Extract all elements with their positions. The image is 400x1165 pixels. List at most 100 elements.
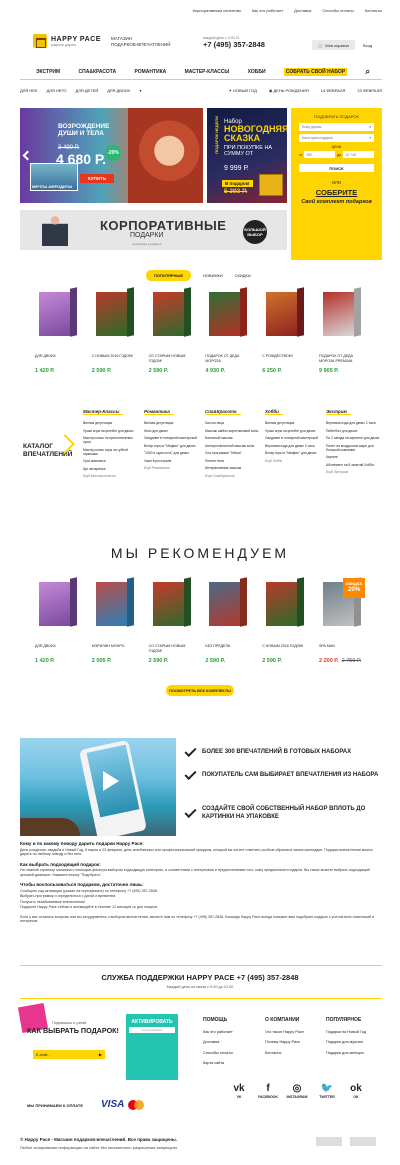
catalog-item[interactable]: Абонемент на 8 занятий Хобби: [326, 463, 382, 467]
catalog-item[interactable]: Уроки игры на флейте для двоих: [83, 429, 139, 433]
hero-buy-button[interactable]: КУПИТЬ: [80, 174, 114, 183]
sub-nav-for-two[interactable]: ДЛЯ ДВОИХ: [107, 88, 130, 93]
login-link[interactable]: Вход: [363, 43, 372, 48]
catalog-item[interactable]: Мастер-класс по приготовлению суши: [83, 436, 139, 444]
slider-prev-icon[interactable]: [22, 150, 33, 161]
sub-nav-for-him[interactable]: ДЛЯ НЕГО: [47, 88, 67, 93]
logo[interactable]: HAPPY PACE радость дарить: [33, 34, 101, 48]
footer-link[interactable]: Карта сайта: [203, 1061, 233, 1066]
footer-link[interactable]: Что такое Happy Pace: [265, 1030, 304, 1035]
tab-sale[interactable]: СКИДКИ: [235, 273, 251, 278]
catalog-item[interactable]: Массаж шейно-воротниковой зоны: [205, 429, 261, 433]
catalog-item[interactable]: Спа-программа "Гейша": [205, 451, 261, 455]
top-link-how-it-works[interactable]: Как это работает: [252, 8, 283, 13]
show-all-button[interactable]: ПОСМОТРЕТЬ ВСЕ КОМПЛЕКТЫ: [166, 685, 234, 696]
catalog-item[interactable]: "1000 и одна ночь" для двоих: [144, 451, 200, 455]
catalog-column-title[interactable]: Романтика: [144, 409, 174, 415]
footer-link[interactable]: Подарки на Новый Год: [326, 1030, 366, 1035]
sub-nav-feb23[interactable]: 23 ФЕВРАЛЯ: [357, 88, 382, 93]
product-card[interactable]: С РОЖДЕСТВОМ! 6 250 Р.: [262, 287, 308, 374]
catalog-item[interactable]: Полет на воздушном шаре для большой комп…: [326, 444, 382, 452]
price-from-input[interactable]: 990: [304, 151, 336, 158]
product-card[interactable]: ДЛЯ ДВОИХ 1 420 Р.: [35, 577, 81, 664]
promo-video[interactable]: [20, 738, 176, 836]
catalog-item[interactable]: Уроки игры на флейте для двоих: [265, 429, 321, 433]
catalog-item[interactable]: Кино для двоих: [144, 429, 200, 433]
tab-popular[interactable]: ПОПУЛЯРНЫЕ: [146, 270, 192, 281]
catalog-item[interactable]: Свидание в гончарной мастерской: [144, 436, 200, 440]
main-nav-romance[interactable]: РОМАНТИКА: [134, 69, 166, 75]
footer-link[interactable]: Подарки для мужчин: [326, 1040, 366, 1045]
chevron-down-icon[interactable]: ▾: [139, 88, 141, 93]
catalog-more-link[interactable]: Ещё Хобби: [265, 459, 321, 463]
social-vk[interactable]: vk VK: [225, 1082, 253, 1099]
product-card[interactable]: С НОВЫМ 2016 ГОДОМ! 2 590 Р.: [92, 287, 138, 374]
product-card[interactable]: МЭРИЛИН МОНРО 2 005 Р.: [92, 577, 138, 664]
footer-link[interactable]: Как это работает: [203, 1030, 233, 1035]
cart-button[interactable]: 🛒 Моя корзина: [312, 40, 355, 50]
phone-number[interactable]: +7 (495) 357-2848: [203, 40, 265, 49]
tab-new[interactable]: НОВИНКИ: [203, 273, 223, 278]
footer-link[interactable]: Контакты: [265, 1051, 304, 1056]
main-nav-hobby[interactable]: ХОББИ: [248, 69, 266, 75]
category-select[interactable]: Категория подарка ▾: [299, 134, 374, 142]
footer-link[interactable]: Способы оплаты: [203, 1051, 233, 1056]
top-link-corporate[interactable]: Корпоративным клиентам: [193, 8, 241, 13]
hero-banner[interactable]: ВОЗРОЖДЕНИЕ ДУШИ И ТЕЛА 3 490 Р. 4 680 Р…: [20, 108, 203, 203]
catalog-item[interactable]: Вечер игры в "Мафию" для двоих: [265, 451, 321, 455]
product-card[interactable]: ПОДАРОК ОТ ДЕДА МОРОЗА 4 930 Р.: [205, 287, 251, 374]
sub-nav-for-kids[interactable]: ДЛЯ ДЕТЕЙ: [76, 88, 99, 93]
corporate-banner[interactable]: КОРПОРАТИВНЫЕ ПОДАРКИ подробнее в раздел…: [20, 210, 287, 250]
catalog-item[interactable]: Урок живописи: [83, 459, 139, 463]
catalog-item[interactable]: Винная дегустация: [265, 421, 321, 425]
catalog-item[interactable]: По 2 заезда на картинге для двоих: [326, 436, 382, 440]
catalog-column-title[interactable]: Спа&Красота: [205, 409, 241, 415]
footer-link[interactable]: Почему Happy Pace: [265, 1040, 304, 1045]
catalog-more-link[interactable]: Ещё Романтика: [144, 466, 200, 470]
catalog-item[interactable]: Верховая езда для двоих 2 часа: [265, 444, 321, 448]
catalog-item[interactable]: Мастер-класс игры на губной гармошке: [83, 448, 139, 456]
catalog-more-link[interactable]: Ещё Спа&Красота: [205, 474, 261, 478]
social-facebook[interactable]: f FACEBOOK: [254, 1082, 282, 1099]
price-to-input[interactable]: 10 745: [343, 151, 375, 158]
catalog-more-link[interactable]: Ещё Мастер-Классы: [83, 474, 139, 478]
top-link-contacts[interactable]: Контакты: [365, 8, 382, 13]
product-card[interactable]: С НОВЫМ 2016 ГОДОМ! 2 590 Р.: [262, 577, 308, 664]
main-nav-extreme[interactable]: ЭКСТРИМ: [36, 69, 60, 75]
social-odnoklassniki[interactable]: ok OK: [342, 1082, 370, 1099]
footer-link[interactable]: Подарки для женщин: [326, 1051, 366, 1056]
product-card[interactable]: ДЛЯ ДВОИХ 1 420 Р.: [35, 287, 81, 374]
catalog-item[interactable]: Пейнтбол для двоих: [326, 429, 382, 433]
catalog-item[interactable]: Картинг: [326, 455, 382, 459]
catalog-item[interactable]: Верховая езда для двоих 2 часа: [326, 421, 382, 425]
sub-nav-for-her[interactable]: ДЛЯ НЕЕ: [20, 88, 38, 93]
main-nav-masterclass[interactable]: МАСТЕР-КЛАССЫ: [185, 69, 230, 75]
catalog-item[interactable]: Баночный массаж: [205, 436, 261, 440]
catalog-column-title[interactable]: Экстрим: [326, 409, 351, 415]
product-card[interactable]: СО СТАРЫМ НОВЫМ ГОДОМ! 2 590 Р.: [149, 577, 195, 664]
catalog-item[interactable]: Интерактивные массаж: [205, 466, 261, 470]
product-card[interactable]: БЕЗ ПРЕДЕЛА 2 590 Р.: [205, 577, 251, 664]
who-select[interactable]: Кому дарим ▾: [299, 123, 374, 131]
sub-nav-new-year[interactable]: ✦ НОВЫЙ ГОД: [229, 88, 257, 93]
catalog-column-title[interactable]: Мастер-Классы: [83, 409, 124, 415]
catalog-item[interactable]: Антицеллюлитный массаж зоны: [205, 444, 261, 448]
build-own-link[interactable]: СОБЕРИТЕ: [299, 188, 374, 197]
footer-link[interactable]: Доставка: [203, 1040, 233, 1045]
top-link-payment[interactable]: Способы оплаты: [322, 8, 353, 13]
top-link-delivery[interactable]: Доставка: [294, 8, 311, 13]
catalog-item[interactable]: Ужин в ресторане: [144, 459, 200, 463]
play-icon[interactable]: [103, 771, 119, 791]
catalog-item[interactable]: Вечер игры в "Мафию" для двоих: [144, 444, 200, 448]
sub-nav-feb14[interactable]: 14 ФЕВРАЛЯ: [321, 88, 346, 93]
social-twitter[interactable]: 🐦 TWITTER: [313, 1082, 341, 1099]
product-card[interactable]: СО СТАРЫМ НОВЫМ ГОДОМ! 2 590 Р.: [149, 287, 195, 374]
catalog-item[interactable]: Чистка лица: [205, 421, 261, 425]
catalog-item[interactable]: Винная дегустация: [83, 421, 139, 425]
social-instagram[interactable]: ◎ INSTAGRAM: [283, 1082, 311, 1099]
activation-code-input[interactable]: код активации: [129, 1027, 175, 1033]
email-field[interactable]: E-mail... ▶: [33, 1050, 105, 1059]
search-button[interactable]: ПОИСК: [299, 164, 374, 172]
gift-of-week-banner[interactable]: ПОДАРОК НЕДЕЛИ Набор НОВОГОДНЯЯ СКАЗКА П…: [207, 108, 287, 203]
send-arrow-icon[interactable]: ▶: [99, 1052, 102, 1057]
